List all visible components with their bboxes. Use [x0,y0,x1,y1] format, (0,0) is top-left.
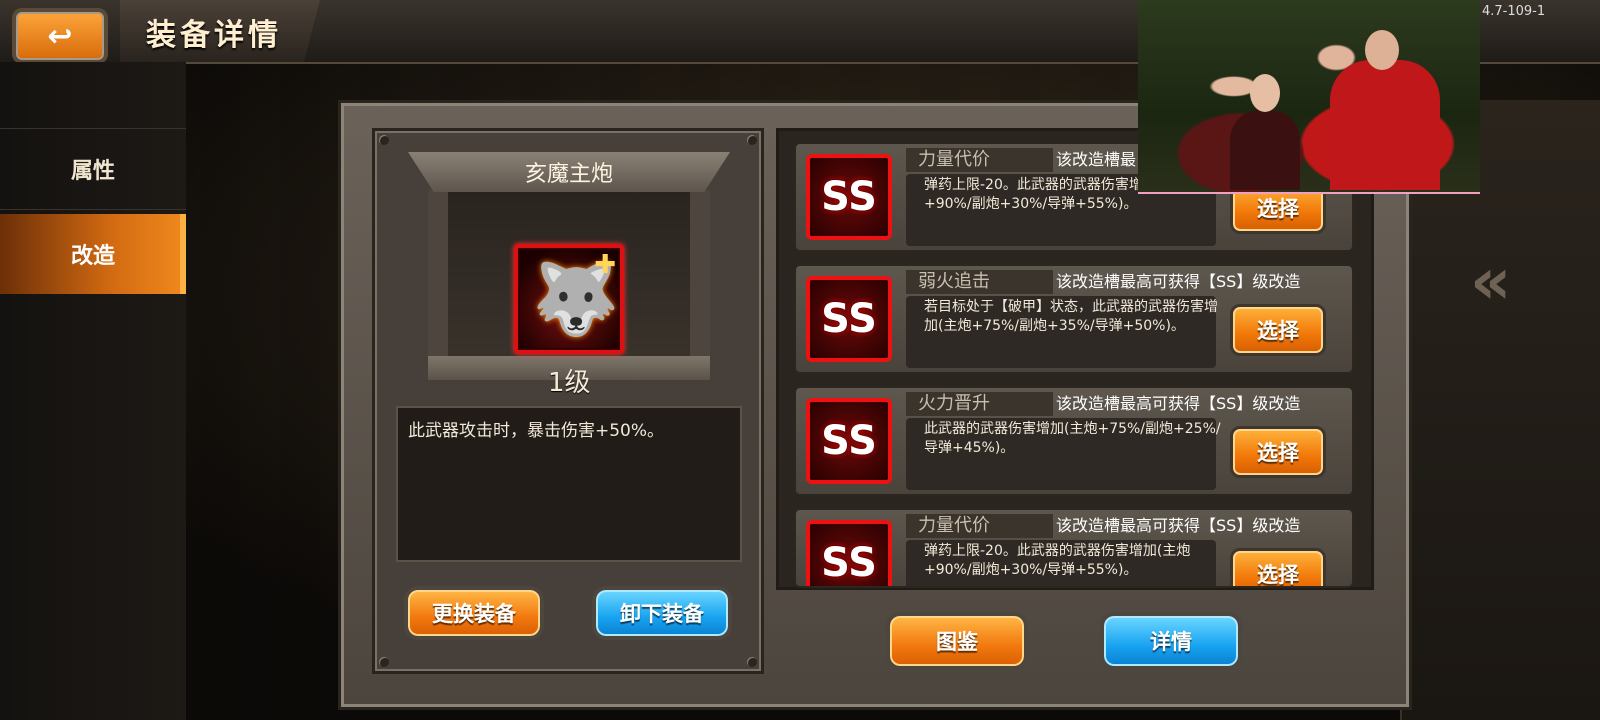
unequip-label: 卸下装备 [620,602,704,626]
ss-grade-icon: SS [806,154,892,240]
modification-description: 此武器的武器伤害增加(主炮+75%/副炮+25%/导弹+45%)。 [924,421,1221,456]
modification-tier-note: 该改造槽最高可获得【SS】级改造 [1056,272,1301,291]
modification-name: 力量代价 [906,148,1053,172]
modification-name: 力量代价 [906,514,1053,538]
corner-code: 4.7-109-1 [1482,4,1546,19]
modification-name: 火力晋升 [906,392,1053,416]
video-person [1230,74,1300,190]
sidebar-item-label: 改造 [70,244,115,269]
sidebar: 属性 改造 [0,62,186,720]
modification-name: 弱火追击 [906,270,1053,294]
details-label: 详情 [1150,630,1192,654]
screw-icon [379,657,389,667]
wrench-icon: ✚ [594,250,616,280]
modification-tier-note: 该改造槽最高可获得【SS】级改造 [1056,394,1301,413]
select-button[interactable]: 选择 [1230,426,1326,478]
modification-row: SS 弱火追击 该改造槽最高可获得【SS】级改造 若目标处于【破甲】状态，此武器… [794,264,1354,374]
codex-button[interactable]: 图鉴 [886,612,1028,670]
back-arrow-icon: ↩ [47,18,73,54]
details-button[interactable]: 详情 [1100,612,1242,670]
replace-equipment-label: 更换装备 [432,602,516,626]
modification-description: 弹药上限-20。此武器的武器伤害增加(主炮+90%/副炮+30%/导弹+55%)… [924,543,1191,578]
replace-equipment-button[interactable]: 更换装备 [404,586,544,640]
ss-grade-icon: SS [806,276,892,362]
display-shelf [428,356,710,380]
sidebar-item-modify[interactable]: 改造 [0,214,186,294]
screw-icon [747,135,757,145]
modification-row: SS 火力晋升 该改造槽最高可获得【SS】级改造 此武器的武器伤害增加(主炮+7… [794,386,1354,496]
sidebar-item-label: 属性 [70,159,115,184]
codex-label: 图鉴 [936,630,978,654]
unequip-button[interactable]: 卸下装备 [592,586,732,640]
modification-tier-note: 该改造槽最 [1056,150,1137,169]
page-title: 装备详情 [146,18,282,53]
equipment-name: 亥魔主炮 [408,152,730,192]
back-button[interactable]: ↩ [12,8,108,64]
ss-grade-icon: SS [806,398,892,484]
chevron-left-icon: « [1470,245,1512,319]
modification-tier-note: 该改造槽最高可获得【SS】级改造 [1056,516,1301,535]
modification-description: 若目标处于【破甲】状态，此武器的武器伤害增加(主炮+75%/副炮+35%/导弹+… [924,299,1218,334]
screw-icon [379,135,389,145]
modification-row: SS 力量代价 该改造槽最高可获得【SS】级改造 弹药上限-20。此武器的武器伤… [794,508,1354,588]
video-person [1330,30,1440,190]
sidebar-item-attributes[interactable]: 属性 [0,128,186,210]
ss-grade-icon: SS [806,520,892,586]
select-button[interactable]: 选择 [1230,304,1326,356]
screw-icon [747,657,757,667]
equipment-description: 此武器攻击时，暴击伤害+50%。 [396,406,742,562]
equipment-description-text: 此武器攻击时，暴击伤害+50%。 [408,421,665,441]
select-button[interactable]: 选择 [1230,548,1326,586]
beast-cannon-icon[interactable]: 🐺 ✚ [514,244,624,354]
